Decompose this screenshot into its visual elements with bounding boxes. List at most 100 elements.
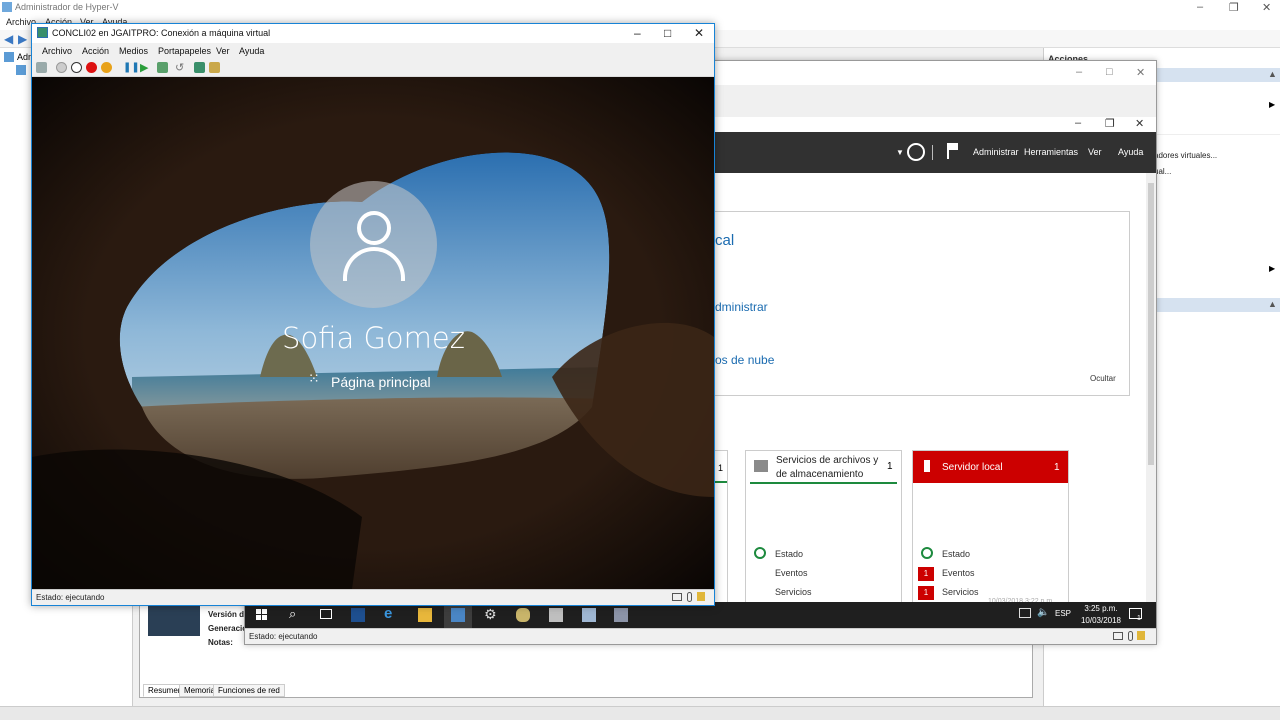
app-icon-6[interactable] bbox=[549, 608, 563, 622]
app-icon-5[interactable] bbox=[516, 608, 530, 622]
hyperv-window-title: Administrador de Hyper-V bbox=[15, 2, 119, 12]
task-view-icon[interactable] bbox=[320, 609, 332, 619]
search-icon[interactable]: ⌕ bbox=[289, 606, 296, 622]
vm1-menu-ver[interactable]: Ver bbox=[216, 46, 230, 56]
collapse-up-icon[interactable]: ▲ bbox=[1268, 69, 1277, 79]
close-icon[interactable]: ✕ bbox=[1262, 1, 1271, 14]
submenu-arrow-icon-2[interactable]: ▶ bbox=[1269, 264, 1275, 273]
vm-connection-icon bbox=[37, 27, 48, 38]
flag-icon[interactable] bbox=[947, 143, 958, 159]
powershell-icon[interactable] bbox=[351, 608, 365, 622]
tile-file-storage-item-estado[interactable]: Estado bbox=[775, 549, 803, 559]
version-label: Versión de bbox=[208, 610, 249, 619]
dropdown-caret-icon[interactable]: ▼ bbox=[896, 148, 904, 157]
tile-file-storage-count: 1 bbox=[887, 461, 893, 472]
status-ok-icon bbox=[754, 547, 766, 559]
nav-herramientas[interactable]: Herramientas bbox=[1024, 147, 1078, 157]
app-icon-8[interactable] bbox=[614, 608, 628, 622]
tile-local-server-item-2[interactable]: Servicios bbox=[942, 587, 979, 597]
network-icon[interactable] bbox=[1019, 608, 1031, 618]
welcome-link-local-server[interactable]: cal bbox=[715, 232, 734, 249]
clock-time[interactable]: 3:25 p.m. bbox=[1080, 604, 1122, 613]
vm2-inner-band bbox=[715, 85, 1156, 117]
vm1-titlebar[interactable]: CONCLI02 en JGAITPRO: Conexión a máquina… bbox=[32, 24, 714, 43]
shut-down-icon[interactable] bbox=[86, 62, 97, 73]
sm-scrollbar[interactable] bbox=[1146, 173, 1156, 603]
tab-funciones-de-red[interactable]: Funciones de red bbox=[213, 684, 285, 697]
turn-off-icon[interactable] bbox=[71, 62, 82, 73]
sm-close-icon[interactable]: ✕ bbox=[1135, 117, 1144, 130]
tile-file-storage-header[interactable]: Servicios de archivos y de almacenamient… bbox=[746, 451, 901, 485]
vm1-menu-accion[interactable]: Acción bbox=[82, 46, 109, 56]
share-icon[interactable] bbox=[209, 62, 220, 73]
alert-badge[interactable]: 1 bbox=[918, 586, 934, 600]
actions-section-bar-2[interactable] bbox=[1154, 298, 1280, 312]
actions-section-bar[interactable] bbox=[1154, 68, 1280, 82]
minimize-icon[interactable]: – bbox=[1197, 1, 1203, 13]
action-virtual-switch[interactable]: adores virtuales... bbox=[1154, 151, 1217, 160]
vm1-statusbar: Estado: ejecutando bbox=[32, 589, 714, 605]
tile-previous[interactable]: 1 bbox=[715, 450, 728, 605]
settings-gear-icon[interactable]: ⚙ bbox=[484, 606, 497, 623]
hide-link[interactable]: Ocultar bbox=[1090, 374, 1116, 383]
internet-explorer-icon[interactable]: e bbox=[384, 605, 392, 622]
vm1-menu-ayuda[interactable]: Ayuda bbox=[239, 46, 264, 56]
tile-file-storage[interactable]: Servicios de archivos y de almacenamient… bbox=[745, 450, 902, 635]
resume-icon[interactable]: ▶ bbox=[140, 61, 148, 74]
nav-administrar[interactable]: Administrar bbox=[973, 147, 1019, 157]
refresh-icon[interactable] bbox=[907, 143, 925, 161]
volume-muted-icon[interactable]: 🔈 bbox=[1037, 607, 1049, 618]
restore-icon[interactable]: ❐ bbox=[1229, 1, 1239, 14]
vm1-menu-archivo[interactable]: Archivo bbox=[42, 46, 72, 56]
start-pane-3 bbox=[256, 615, 261, 620]
server-node-icon[interactable] bbox=[16, 65, 26, 75]
vm1-menu-medios[interactable]: Medios bbox=[119, 46, 148, 56]
back-arrow-icon[interactable]: ◀ bbox=[4, 32, 13, 46]
revert-icon[interactable]: ↺ bbox=[175, 61, 184, 74]
pause-icon[interactable]: ❚❚ bbox=[123, 62, 140, 73]
vm2-close-icon[interactable]: ✕ bbox=[1136, 66, 1145, 79]
vm1-maximize-icon[interactable]: □ bbox=[664, 26, 671, 40]
collapse-up-icon-2[interactable]: ▲ bbox=[1268, 299, 1277, 309]
flag-icon-cloth bbox=[949, 143, 958, 150]
sm-minimize-icon[interactable]: – bbox=[1075, 117, 1081, 129]
tile-local-server-item-0[interactable]: Estado bbox=[942, 549, 970, 559]
vm1-window-title: CONCLI02 en JGAITPRO: Conexión a máquina… bbox=[52, 28, 271, 38]
vm1-minimize-icon[interactable]: – bbox=[634, 26, 641, 40]
tile-local-server-header[interactable]: Servidor local 1 bbox=[913, 451, 1068, 483]
welcome-link-manage[interactable]: dministrar bbox=[715, 300, 768, 314]
sm-restore-icon[interactable]: ❐ bbox=[1105, 117, 1115, 130]
ctrl-alt-del-icon[interactable] bbox=[36, 62, 47, 73]
vm1-menu-portapapeles[interactable]: Portapapeles bbox=[158, 46, 211, 56]
tile-file-storage-item-servicios[interactable]: Servicios bbox=[775, 587, 812, 597]
welcome-link-cloud[interactable]: os de nube bbox=[715, 353, 774, 367]
alert-badge[interactable]: 1 bbox=[918, 567, 934, 581]
tile-local-server-item-1[interactable]: Eventos bbox=[942, 568, 975, 578]
save-state-icon[interactable] bbox=[101, 62, 112, 73]
server-manager-taskbar-icon[interactable] bbox=[451, 608, 465, 622]
tile-local-server[interactable]: Servidor local 1 Estado Eventos 1 Servicios… bbox=[912, 450, 1069, 635]
enhanced-session-icon[interactable] bbox=[194, 62, 205, 73]
nav-ver[interactable]: Ver bbox=[1088, 147, 1102, 157]
submenu-arrow-icon[interactable]: ▶ bbox=[1269, 100, 1275, 109]
user-avatar-body-icon bbox=[343, 247, 405, 281]
vm2-maximize-icon[interactable]: □ bbox=[1106, 66, 1113, 78]
vm-screen-lockscreen[interactable]: Sofia Gomez ⁙ Página principal bbox=[32, 77, 714, 589]
windows-start-icon[interactable] bbox=[256, 609, 268, 621]
clock-date[interactable]: 10/03/2018 bbox=[1078, 616, 1124, 625]
checkpoint-icon[interactable] bbox=[157, 62, 168, 73]
language-indicator[interactable]: ESP bbox=[1055, 609, 1071, 618]
forward-arrow-icon[interactable]: ▶ bbox=[18, 32, 27, 46]
user-avatar[interactable] bbox=[310, 181, 437, 308]
start-vm-icon[interactable] bbox=[56, 62, 67, 73]
mouse-icon bbox=[1128, 631, 1133, 641]
sm-scrollbar-thumb[interactable] bbox=[1148, 183, 1154, 465]
hyperv-statusbar bbox=[0, 706, 1280, 720]
login-user-name: Sofia Gomez bbox=[282, 321, 465, 355]
vm2-minimize-icon[interactable]: – bbox=[1076, 66, 1082, 78]
tile-file-storage-item-eventos[interactable]: Eventos bbox=[775, 568, 808, 578]
app-icon-7[interactable] bbox=[582, 608, 596, 622]
file-explorer-icon[interactable] bbox=[418, 608, 432, 622]
vm1-close-icon[interactable]: ✕ bbox=[694, 26, 704, 40]
nav-ayuda[interactable]: Ayuda bbox=[1118, 147, 1143, 157]
